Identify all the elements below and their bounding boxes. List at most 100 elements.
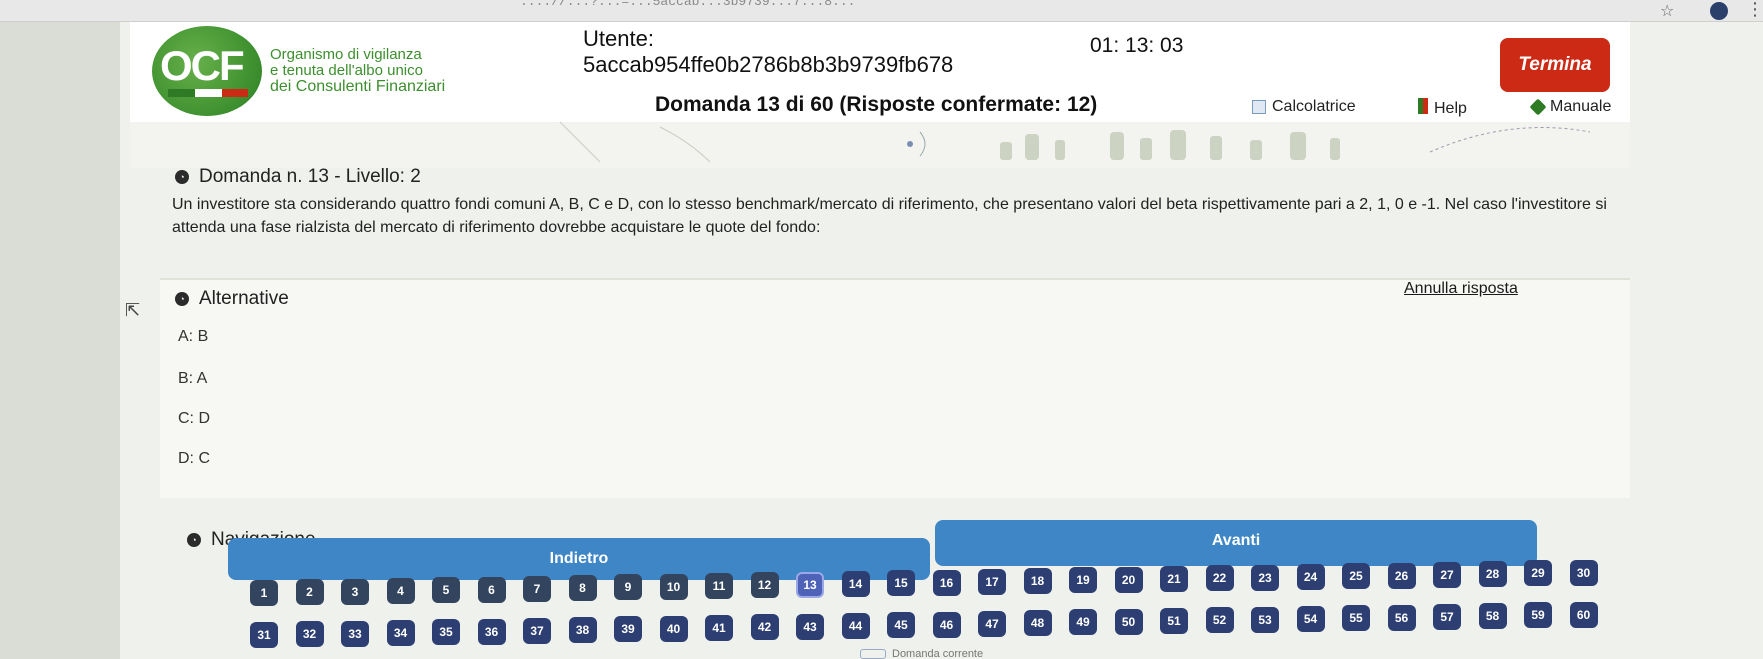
star-icon[interactable]: ☆ [1660,1,1674,21]
question-nav-button-22[interactable]: 22 [1205,565,1234,592]
question-nav-button-21[interactable]: 21 [1160,566,1188,592]
calculator-label: Calcolatrice [1272,98,1356,115]
question-nav-button-30[interactable]: 30 [1569,559,1598,586]
banner-figures [559,121,1591,163]
question-nav-button-2[interactable]: 2 [295,579,324,606]
question-nav-button-39[interactable]: 39 [614,616,642,643]
book-icon [1529,98,1547,116]
question-nav-button-12[interactable]: 12 [750,572,779,599]
question-nav-button-58[interactable]: 58 [1478,603,1507,630]
help-label: Help [1434,99,1467,117]
question-nav-button-43[interactable]: 43 [796,613,824,640]
question-nav-button-48[interactable]: 48 [1023,610,1052,637]
legend-swatch [860,649,886,659]
question-nav-button-37[interactable]: 37 [523,617,551,644]
question-nav-button-23[interactable]: 23 [1251,564,1279,591]
question-nav-button-16[interactable]: 16 [932,569,961,596]
question-nav-button-24[interactable]: 24 [1296,563,1325,590]
question-nav-button-38[interactable]: 38 [568,617,597,644]
question-nav-button-10[interactable]: 10 [659,573,688,600]
question-nav-button-11[interactable]: 11 [705,573,733,599]
question-nav-button-17[interactable]: 17 [978,568,1006,595]
question-nav-button-40[interactable]: 40 [659,615,688,642]
help-button[interactable]: Help [1418,98,1467,119]
org-name-line-1: Organismo di vigilanza [270,46,422,63]
question-nav-button-19[interactable]: 19 [1069,567,1097,594]
menu-dots-icon[interactable]: ⋮ [1746,0,1763,20]
manual-button[interactable]: Manuale [1529,98,1612,116]
annulla-risposta-link[interactable]: Annulla risposta [1404,280,1518,298]
question-text: Un investitore sta considerando quattro … [172,196,1607,236]
question-nav-button-36[interactable]: 36 [477,618,506,645]
section-bullet-icon: ◔ [187,533,201,547]
mouse-pointer-icon: ⇱ [125,300,141,320]
section-bullet-icon: ◔ [175,292,189,306]
question-nav-button-41[interactable]: 41 [705,615,733,641]
question-nav-button-42[interactable]: 42 [750,614,779,641]
user-id: 5accab954ffe0b2786b8b3b9739fb678 [583,52,954,77]
question-nav-button-29[interactable]: 29 [1524,560,1552,587]
question-nav-button-46[interactable]: 46 [932,611,961,638]
termina-button[interactable]: Termina [1500,38,1610,92]
question-nav-button-54[interactable]: 54 [1296,605,1325,632]
address-bar[interactable]: ...://...?...=...5accab...3b9739...7...8… [520,0,855,9]
question-nav-button-5[interactable]: 5 [432,577,460,604]
question-nav-button-26[interactable]: 26 [1387,562,1416,589]
question-nav-button-47[interactable]: 47 [978,610,1006,637]
org-name-line-2: e tenuta dell'albo unico [270,62,423,79]
question-nav-button-14[interactable]: 14 [841,570,870,597]
question-nav-button-33[interactable]: 33 [341,620,369,647]
alternatives-title: ◔ Alternative [175,288,289,310]
avanti-button[interactable]: Avanti [935,520,1537,566]
question-nav-button-50[interactable]: 50 [1114,608,1143,635]
alternatives-panel [160,278,1630,498]
question-nav-button-53[interactable]: 53 [1251,606,1279,633]
exam-timer: 01: 13: 03 [1090,34,1184,57]
question-nav-button-3[interactable]: 3 [341,578,369,605]
question-nav-button-18[interactable]: 18 [1023,568,1052,595]
org-name-line-3: dei Consulenti Finanziari [270,78,446,95]
decorative-banner [130,121,1630,168]
logo-text: OCF [160,42,245,89]
logo-flag-stripe [168,84,248,97]
flag-icon [1418,98,1428,119]
question-nav-button-20[interactable]: 20 [1114,566,1143,593]
manual-label: Manuale [1550,98,1612,115]
question-nav-button-4[interactable]: 4 [386,577,415,604]
question-nav-button-56[interactable]: 56 [1387,604,1416,631]
extension-icon[interactable] [1710,2,1728,20]
question-nav-button-45[interactable]: 45 [887,612,915,639]
alternative-a[interactable]: A: B [178,328,208,346]
question-nav-button-13[interactable]: 13 [796,571,824,598]
question-nav-button-8[interactable]: 8 [568,575,597,602]
alternative-d[interactable]: D: C [178,450,210,468]
question-nav-button-55[interactable]: 55 [1342,605,1370,632]
question-nav-button-15[interactable]: 15 [887,570,915,597]
calculator-button[interactable]: Calcolatrice [1252,98,1356,116]
question-navigator: 1 2 3 4 5 6 7 8 9 10 11 12 13 14 15 16 17 18 19 20 21 22 23 24 2… [250,559,1598,658]
question-nav-button-44[interactable]: 44 [841,612,870,639]
question-nav-button-32[interactable]: 32 [295,621,324,648]
question-nav-button-6[interactable]: 6 [477,576,506,603]
question-nav-button-27[interactable]: 27 [1433,561,1461,588]
question-nav-button-60[interactable]: 60 [1569,601,1598,628]
question-nav-button-57[interactable]: 57 [1433,603,1461,630]
question-nav-button-31[interactable]: 31 [250,622,278,648]
question-nav-button-52[interactable]: 52 [1205,607,1234,634]
question-nav-button-9[interactable]: 9 [614,574,642,601]
question-title-text: Domanda n. 13 - Livello: 2 [199,166,421,187]
question-nav-button-28[interactable]: 28 [1478,561,1507,588]
alternative-c[interactable]: C: D [178,410,210,428]
page-margin [0,22,120,659]
question-nav-button-51[interactable]: 51 [1160,608,1188,634]
question-nav-button-49[interactable]: 49 [1069,609,1097,636]
question-nav-button-35[interactable]: 35 [432,619,460,646]
alternative-b[interactable]: B: A [178,370,207,388]
question-nav-button-59[interactable]: 59 [1524,602,1552,629]
section-bullet-icon: ◔ [175,170,189,184]
question-nav-button-1[interactable]: 1 [250,580,278,606]
question-nav-button-25[interactable]: 25 [1342,563,1370,590]
browser-toolbar: ...://...?...=...5accab...3b9739...7...8… [0,0,1763,22]
question-nav-button-34[interactable]: 34 [386,619,415,646]
question-nav-button-7[interactable]: 7 [523,575,551,602]
